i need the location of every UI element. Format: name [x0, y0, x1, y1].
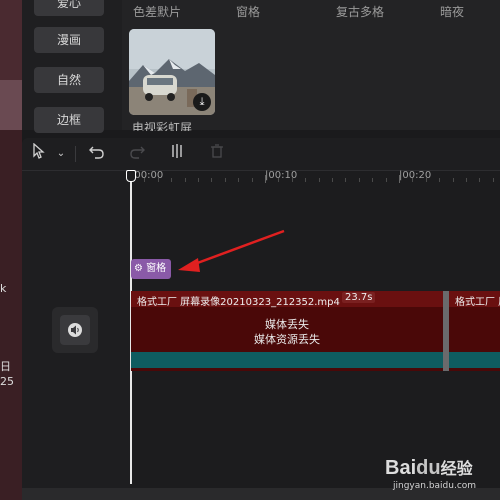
effect-clip-label: 窗格 [146, 263, 167, 274]
desktop-date-char: 日 [0, 360, 11, 373]
download-icon[interactable]: ⤓ [193, 93, 211, 111]
ruler-tick [479, 178, 481, 182]
watermark-url: jingyan.baidu.com [393, 481, 477, 491]
ruler-tick [318, 178, 320, 182]
effect-label-dark-night[interactable]: 暗夜 [440, 3, 464, 20]
watermark-paw: du [416, 457, 441, 479]
video-clip-2-filename: 格式工厂 屏幕 [455, 297, 500, 308]
ruler-tick [372, 178, 374, 182]
ruler-tick [251, 178, 253, 182]
ruler-tick [265, 175, 266, 183]
ruler-tick [184, 178, 186, 182]
ruler-tick [198, 178, 199, 182]
effect-label-retro-grid[interactable]: 复古多格 [336, 3, 384, 20]
ruler-tick [345, 178, 347, 182]
video-clip-duration: 23.7s [342, 292, 376, 303]
category-button-nature[interactable]: 自然 [34, 67, 104, 93]
desktop-char: k [0, 282, 7, 295]
ruler-tick [305, 178, 307, 182]
ruler-tick [171, 178, 173, 182]
undo-icon[interactable] [86, 143, 108, 165]
playhead-handle[interactable] [126, 170, 136, 182]
effect-label-pane[interactable]: 窗格 [236, 3, 260, 20]
ruler-tick [358, 178, 360, 182]
annotation-arrow [178, 229, 285, 272]
video-clip-filename: 格式工厂 屏幕录像20210323_212352.mp4 [137, 297, 340, 308]
desktop-panel-top [0, 0, 22, 80]
ruler-tick [278, 178, 280, 182]
ruler-tick [385, 178, 387, 182]
watermark-brand: Bai [385, 457, 417, 479]
ruler-tick [425, 178, 427, 182]
ruler-tick [211, 178, 213, 182]
desktop-date-number: 25 [0, 375, 14, 388]
ruler-tick [291, 178, 293, 182]
category-button-comic[interactable]: 漫画 [34, 27, 104, 53]
watermark-suffix: 经验 [440, 461, 473, 478]
video-clip-2-audio-strip [449, 352, 500, 368]
media-resource-missing-text: 媒体资源丢失 [254, 333, 320, 346]
ruler-tick [332, 178, 333, 182]
ruler-tick [399, 175, 400, 183]
ruler-tick [157, 178, 159, 182]
desktop-panel-highlight [0, 80, 22, 130]
ruler-tick [452, 178, 454, 182]
category-button-border[interactable]: 边框 [34, 107, 104, 133]
chevron-down-icon[interactable]: ⌄ [50, 143, 72, 165]
thumbnail-caption: 电视彩虹屏 [132, 121, 193, 131]
trash-icon[interactable] [206, 143, 228, 165]
ruler-tick [492, 178, 494, 182]
media-missing-text: 媒体丢失 [265, 318, 309, 331]
effect-icon: ⚙ [134, 263, 143, 274]
ruler-tick [439, 178, 441, 182]
split-icon[interactable] [166, 143, 188, 165]
video-clip-audio-strip [131, 352, 443, 368]
baidu-watermark: Baidu经验 jingyan.baidu.com [385, 455, 500, 495]
ruler-tick [412, 178, 414, 182]
ruler-tick [238, 178, 240, 182]
cursor-icon[interactable] [28, 142, 50, 165]
effect-thumbnail[interactable]: ⤓ [129, 29, 215, 115]
redo-icon[interactable] [126, 143, 148, 165]
effect-clip[interactable]: ⚙ 窗格 [131, 259, 171, 279]
ruler-tick [466, 178, 467, 182]
speaker-icon[interactable] [60, 315, 90, 345]
category-button-love[interactable]: 爱心 [34, 0, 104, 16]
toolbar-separator [75, 146, 76, 162]
ruler-tick [224, 178, 226, 182]
ruler-tick [144, 178, 146, 182]
effect-label-color-diff[interactable]: 色差默片 [133, 3, 181, 20]
